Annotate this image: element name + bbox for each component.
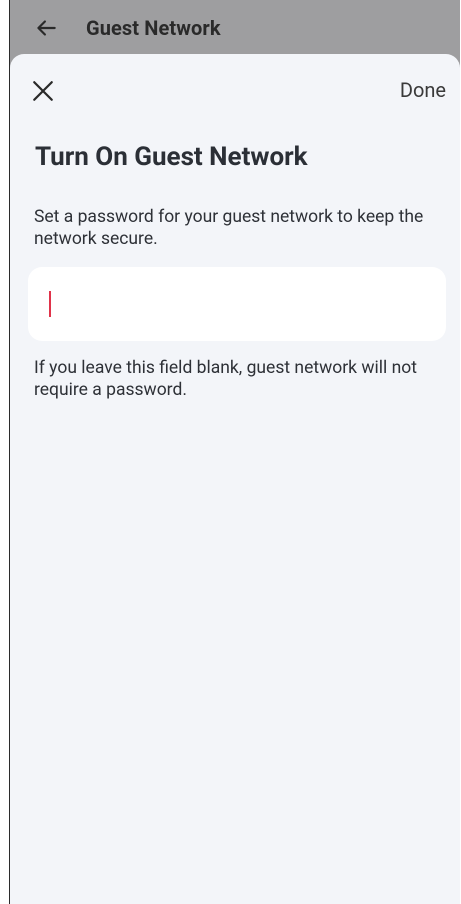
text-cursor xyxy=(49,291,51,317)
guest-network-sheet: Done Turn On Guest Network Set a passwor… xyxy=(10,54,460,904)
screen-border-left xyxy=(0,0,10,904)
password-description: Set a password for your guest network to… xyxy=(34,207,424,249)
done-button[interactable]: Done xyxy=(400,78,446,102)
close-icon[interactable] xyxy=(28,76,58,106)
screen: Guest Network Done Turn On Guest Network… xyxy=(0,0,461,904)
app-bar: Guest Network xyxy=(10,8,460,48)
password-field-container[interactable] xyxy=(28,267,446,341)
sheet-title: Turn On Guest Network xyxy=(35,142,308,172)
arrow-left-icon[interactable] xyxy=(33,15,59,41)
app-bar-title: Guest Network xyxy=(86,16,221,40)
password-hint: If you leave this field blank, guest net… xyxy=(34,358,417,400)
password-input[interactable] xyxy=(28,267,446,341)
